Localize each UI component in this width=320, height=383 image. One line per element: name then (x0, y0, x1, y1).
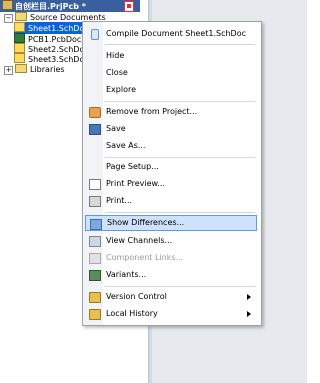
tree-item-label: Sheet3.SchDoc (28, 55, 89, 64)
menu-item-label: Save (106, 124, 126, 133)
remove-icon (89, 107, 101, 118)
menu-item-label: Save As... (106, 141, 146, 150)
menu-item-label: Variants... (106, 270, 147, 279)
menu-item-print[interactable]: Print... (85, 193, 257, 209)
menu-item-remove-from-project[interactable]: Remove from Project... (85, 104, 257, 120)
menu-item-local-history[interactable]: Local History (85, 306, 257, 322)
menu-item-label: Hide (106, 51, 125, 60)
menu-item-explore[interactable]: Explore (85, 82, 257, 98)
submenu-arrow-icon (247, 311, 251, 317)
component-links-icon (89, 253, 101, 264)
menu-separator (105, 157, 255, 158)
lock-icon (89, 292, 101, 303)
menu-item-label: Show Differences... (107, 218, 185, 227)
expand-icon[interactable]: + (4, 66, 13, 75)
channels-icon (89, 236, 101, 247)
menu-item-label: Print Preview... (106, 179, 165, 188)
pdf-icon (124, 1, 134, 12)
menu-item-view-channels[interactable]: View Channels... (85, 233, 257, 249)
pcb-icon (14, 33, 25, 43)
menu-item-compile[interactable]: Compile Document Sheet1.SchDoc (85, 26, 257, 42)
schematic-icon (14, 22, 25, 32)
lock-icon (89, 309, 101, 320)
menu-separator (105, 44, 255, 45)
compile-icon (89, 29, 99, 40)
schematic-icon (14, 53, 25, 63)
menu-item-label: Print... (106, 196, 133, 205)
print-preview-icon (89, 179, 101, 190)
submenu-arrow-icon (247, 294, 251, 300)
printer-icon (89, 196, 101, 207)
project-title-row[interactable]: 自创栏目.PrjPcb * (0, 0, 140, 12)
project-icon (2, 0, 13, 10)
menu-item-version-control[interactable]: Version Control (85, 289, 257, 305)
menu-item-page-setup[interactable]: Page Setup... (85, 159, 257, 175)
menu-item-variants[interactable]: Variants... (85, 267, 257, 283)
menu-item-label: Version Control (106, 292, 167, 301)
menu-separator (105, 212, 255, 213)
menu-item-label: Component Links... (106, 253, 184, 262)
tree-item-label: Sheet1.SchDoc (28, 24, 89, 33)
menu-item-print-preview[interactable]: Print Preview... (85, 176, 257, 192)
save-icon (89, 124, 101, 135)
menu-item-label: View Channels... (106, 236, 173, 245)
menu-item-label: Compile Document Sheet1.SchDoc (106, 29, 247, 38)
menu-item-label: Explore (106, 85, 137, 94)
folder-icon (15, 64, 27, 73)
project-title: 自创栏目.PrjPcb * (15, 2, 86, 11)
menu-separator (105, 286, 255, 287)
menu-item-label: Close (106, 68, 128, 77)
schematic-icon (14, 43, 25, 53)
menu-item-save[interactable]: Save (85, 121, 257, 137)
menu-item-save-as[interactable]: Save As... (85, 138, 257, 154)
menu-item-close[interactable]: Close (85, 65, 257, 81)
menu-item-label: Local History (106, 309, 158, 318)
differences-icon (90, 219, 102, 230)
menu-item-label: Page Setup... (106, 162, 159, 171)
folder-label: Libraries (30, 65, 65, 74)
menu-separator (105, 101, 255, 102)
menu-item-component-links: Component Links... (85, 250, 257, 266)
tree-folder-libraries[interactable]: + Libraries (4, 64, 65, 76)
collapse-icon[interactable]: − (4, 14, 13, 23)
menu-item-label: Remove from Project... (106, 107, 198, 116)
menu-item-hide[interactable]: Hide (85, 48, 257, 64)
context-menu: Compile Document Sheet1.SchDoc Hide Clos… (82, 21, 262, 326)
menu-item-show-differences[interactable]: Show Differences... (85, 215, 257, 231)
folder-icon (15, 12, 27, 21)
variants-icon (89, 270, 101, 281)
